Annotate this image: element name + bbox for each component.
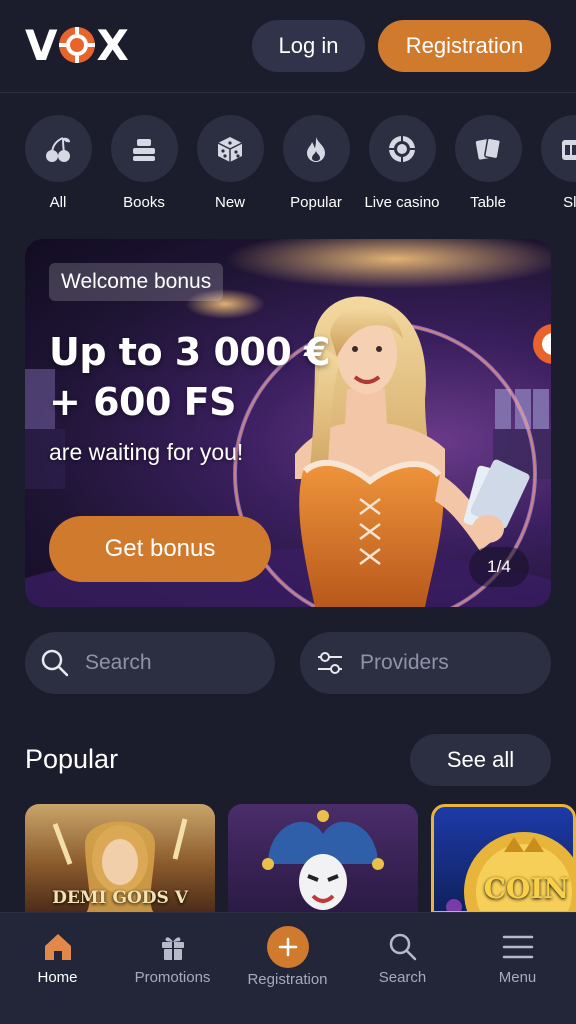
dice-icon — [217, 136, 243, 162]
search-placeholder: Search — [85, 651, 152, 674]
game-card[interactable]: DEMI GODS V — [25, 804, 215, 914]
logo-letter-x: X — [96, 20, 129, 70]
logo-letter-v: V — [25, 20, 58, 70]
gift-icon — [115, 927, 230, 967]
header: V X Log in Registration — [0, 0, 576, 93]
slot-icon — [562, 139, 576, 160]
nav-label: Search — [378, 969, 427, 986]
see-all-button[interactable]: See all — [410, 734, 551, 786]
popular-section-title: Popular — [25, 744, 119, 774]
home-icon — [0, 927, 115, 967]
game-title: COIN — [483, 872, 569, 905]
login-button[interactable]: Log in — [252, 20, 365, 72]
category-live-casino[interactable]: Live casino — [359, 115, 445, 211]
category-all[interactable]: All — [15, 115, 101, 211]
nav-menu[interactable]: Menu — [460, 913, 575, 1024]
category-label: Table — [470, 194, 506, 211]
category-new[interactable]: New — [187, 115, 273, 211]
logo[interactable]: V X — [25, 21, 129, 70]
category-books[interactable]: Books — [101, 115, 187, 211]
search-icon — [345, 927, 460, 967]
nav-home[interactable]: Home — [0, 913, 115, 1024]
welcome-bonus-badge: Welcome bonus — [49, 263, 224, 301]
bonus-subline: are waiting for you! — [49, 439, 244, 465]
registration-button[interactable]: Registration — [378, 20, 551, 72]
game-title: DEMI GODS V — [52, 888, 188, 908]
nav-label: Registration — [247, 971, 328, 988]
providers-label: Providers — [360, 651, 449, 674]
chip-icon — [389, 135, 415, 162]
plus-icon — [266, 926, 309, 968]
headline-line-2: + 600 FS — [49, 380, 236, 424]
search-icon — [39, 647, 71, 679]
headline-line-1: Up to 3 000 € — [49, 330, 330, 374]
nav-label: Home — [37, 969, 78, 986]
flame-icon — [307, 136, 325, 162]
books-icon — [133, 138, 155, 161]
bonus-headline: Up to 3 000 € + 600 FS — [49, 327, 379, 427]
nav-search[interactable]: Search — [345, 913, 460, 1024]
promo-banner[interactable]: Welcome bonus Up to 3 000 € + 600 FS are… — [25, 239, 551, 607]
menu-icon — [460, 927, 575, 967]
get-bonus-button[interactable]: Get bonus — [49, 516, 271, 582]
category-label: Live casino — [364, 194, 440, 211]
search-field[interactable]: Search — [25, 632, 275, 694]
category-label: Slo — [563, 194, 576, 211]
banner-pager: 1/4 — [469, 547, 529, 587]
category-label: Popular — [290, 194, 342, 211]
game-thumbnail — [262, 810, 384, 910]
category-label: Books — [123, 194, 165, 211]
game-card[interactable]: COIN — [431, 804, 576, 914]
category-table[interactable]: Table — [445, 115, 531, 211]
nav-label: Promotions — [134, 969, 211, 986]
nav-label: Menu — [498, 969, 537, 986]
bottom-navigation: Home Promotions Registration Search Menu — [0, 912, 576, 1024]
category-label: New — [214, 194, 245, 211]
category-label: All — [49, 194, 67, 211]
poker-chip-icon — [58, 27, 95, 63]
cherries-icon — [46, 136, 70, 162]
nav-registration-icon-wrap — [230, 926, 345, 968]
category-popular[interactable]: Popular — [273, 115, 359, 211]
nav-promotions[interactable]: Promotions — [115, 913, 230, 1024]
category-slots[interactable]: Slo — [531, 115, 576, 211]
game-card[interactable] — [228, 804, 418, 914]
cards-icon — [475, 137, 502, 160]
nav-registration[interactable]: Registration — [230, 913, 345, 1024]
providers-button[interactable]: Providers — [300, 632, 551, 694]
filter-sliders-icon — [314, 647, 346, 679]
category-carousel: All Books New Popular Live casino Table … — [0, 115, 576, 215]
